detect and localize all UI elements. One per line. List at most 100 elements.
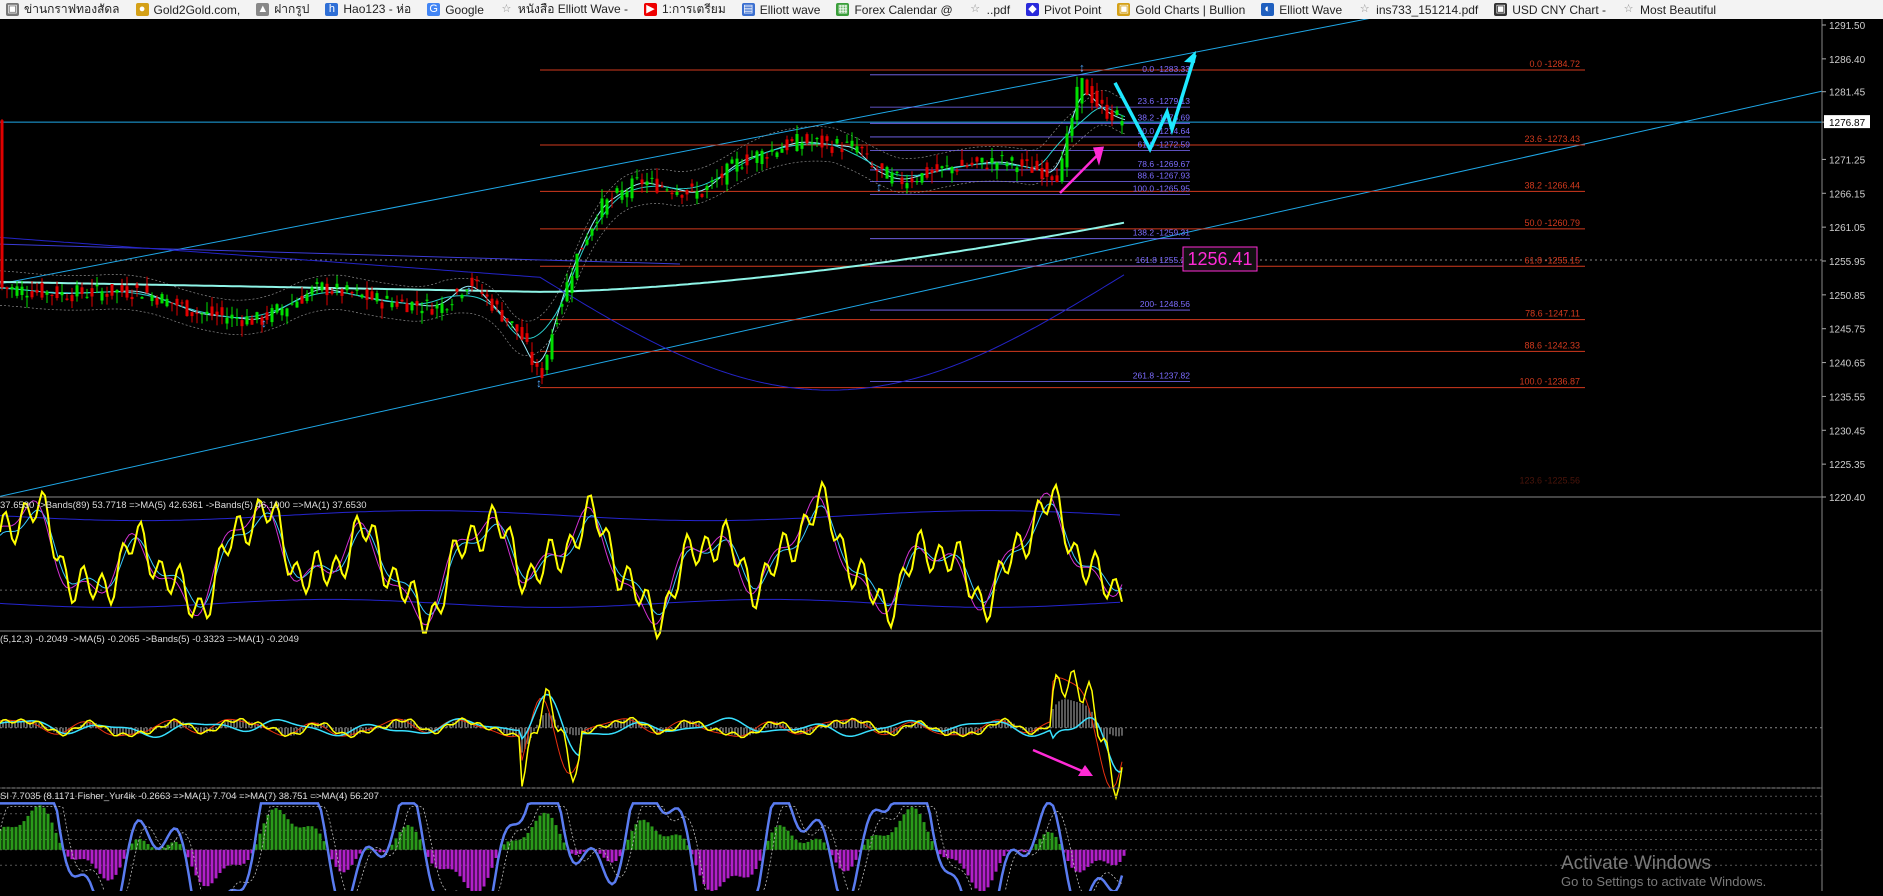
candle-body[interactable] — [865, 153, 869, 155]
candle-body[interactable] — [1095, 90, 1099, 107]
candle-body[interactable] — [160, 294, 164, 304]
candle-body[interactable] — [930, 169, 934, 173]
candle-body[interactable] — [945, 165, 949, 167]
candle-body[interactable] — [720, 173, 724, 178]
bookmark-item[interactable]: ▶ 1:การเตรียม — [638, 0, 736, 19]
candle-body[interactable] — [925, 167, 929, 178]
candle-body[interactable] — [1085, 79, 1089, 96]
candle-body[interactable] — [130, 297, 134, 300]
candle-body[interactable] — [40, 282, 44, 298]
candle-body[interactable] — [655, 178, 659, 193]
candle-body[interactable] — [970, 162, 974, 166]
candle-body[interactable] — [960, 159, 964, 166]
candle-body[interactable] — [1010, 157, 1014, 161]
candle-body[interactable] — [365, 289, 369, 300]
candle-body[interactable] — [135, 284, 139, 288]
candle-body[interactable] — [120, 285, 124, 293]
candle-body[interactable] — [255, 312, 259, 320]
candle-body[interactable] — [1075, 86, 1079, 120]
candle-body[interactable] — [580, 247, 584, 250]
candle-body[interactable] — [765, 157, 769, 159]
candle-body[interactable] — [85, 296, 89, 298]
candle-body[interactable] — [60, 292, 64, 296]
candle-body[interactable] — [605, 199, 609, 215]
candle-body[interactable] — [935, 164, 939, 172]
candle-body[interactable] — [940, 166, 944, 169]
candle-body[interactable] — [315, 282, 319, 284]
candle-body[interactable] — [105, 293, 109, 297]
candle-body[interactable] — [425, 299, 429, 301]
candle-body[interactable] — [350, 292, 354, 294]
candle-body[interactable] — [175, 298, 179, 306]
candle-body[interactable] — [110, 284, 114, 296]
bookmark-item[interactable]: ▤ Elliott wave — [736, 0, 831, 19]
candle-body[interactable] — [310, 287, 314, 295]
bookmark-item[interactable]: ◐ Elliott Wave — [1255, 0, 1352, 19]
candle-body[interactable] — [235, 317, 239, 319]
candle-body[interactable] — [440, 303, 444, 313]
candle-body[interactable] — [390, 302, 394, 308]
candle-body[interactable] — [695, 191, 699, 199]
candle-body[interactable] — [430, 308, 434, 315]
candle-body[interactable] — [740, 167, 744, 169]
candle-body[interactable] — [1115, 110, 1119, 115]
candle-body[interactable] — [980, 157, 984, 163]
candle-body[interactable] — [860, 146, 864, 149]
candle-body[interactable] — [395, 301, 399, 307]
candle-body[interactable] — [965, 165, 969, 167]
candle-body[interactable] — [475, 279, 479, 282]
candle-body[interactable] — [145, 285, 149, 293]
candle-body[interactable] — [1080, 78, 1084, 104]
candle-body[interactable] — [45, 291, 49, 295]
candle-body[interactable] — [1105, 104, 1109, 119]
candle-body[interactable] — [400, 299, 404, 302]
candle-body[interactable] — [225, 317, 229, 324]
candle-body[interactable] — [900, 177, 904, 185]
candle-body[interactable] — [840, 148, 844, 153]
candle-body[interactable] — [545, 354, 549, 370]
candle-body[interactable] — [995, 162, 999, 170]
candle-body[interactable] — [885, 167, 889, 179]
candle-body[interactable] — [385, 295, 389, 299]
candle-body[interactable] — [585, 239, 589, 245]
candle-body[interactable] — [1120, 121, 1124, 126]
candle-body[interactable] — [690, 183, 694, 187]
candle-body[interactable] — [335, 283, 339, 288]
bookmark-item[interactable]: ● Gold2Gold.com, — [130, 0, 251, 19]
candle-body[interactable] — [5, 287, 9, 289]
candle-body[interactable] — [240, 320, 244, 327]
candle-body[interactable] — [595, 222, 599, 224]
bookmark-item[interactable]: ▦ Forex Calendar @ — [830, 0, 962, 19]
candle-body[interactable] — [890, 172, 894, 184]
candle-body[interactable] — [880, 163, 884, 170]
candle-body[interactable] — [495, 300, 499, 305]
candle-body[interactable] — [600, 198, 604, 218]
candle-body[interactable] — [520, 327, 524, 340]
candle-body[interactable] — [325, 283, 329, 296]
candle-body[interactable] — [750, 157, 754, 159]
candle-body[interactable] — [675, 191, 679, 195]
bookmark-item[interactable]: ☆ Most Beautiful — [1616, 0, 1726, 19]
candle-body[interactable] — [645, 181, 649, 185]
candle-body[interactable] — [1070, 117, 1074, 136]
candle-body[interactable] — [875, 170, 879, 172]
candle-body[interactable] — [615, 188, 619, 193]
candle-body[interactable] — [185, 300, 189, 317]
candle-body[interactable] — [355, 289, 359, 291]
candle-body[interactable] — [640, 179, 644, 185]
candle-body[interactable] — [115, 290, 119, 293]
candle-body[interactable] — [75, 285, 79, 297]
candle-body[interactable] — [35, 289, 39, 293]
bookmark-item[interactable]: G Google — [421, 0, 494, 19]
candle-body[interactable] — [715, 178, 719, 180]
candle-body[interactable] — [15, 286, 19, 296]
candle-body[interactable] — [815, 137, 819, 140]
candle-body[interactable] — [1060, 158, 1064, 182]
candle-body[interactable] — [305, 293, 309, 301]
candle-body[interactable] — [1025, 159, 1029, 162]
candle-body[interactable] — [730, 159, 734, 164]
candle-body[interactable] — [725, 163, 729, 185]
candle-body[interactable] — [290, 303, 294, 305]
candle-body[interactable] — [95, 284, 99, 287]
candle-body[interactable] — [1000, 155, 1004, 157]
